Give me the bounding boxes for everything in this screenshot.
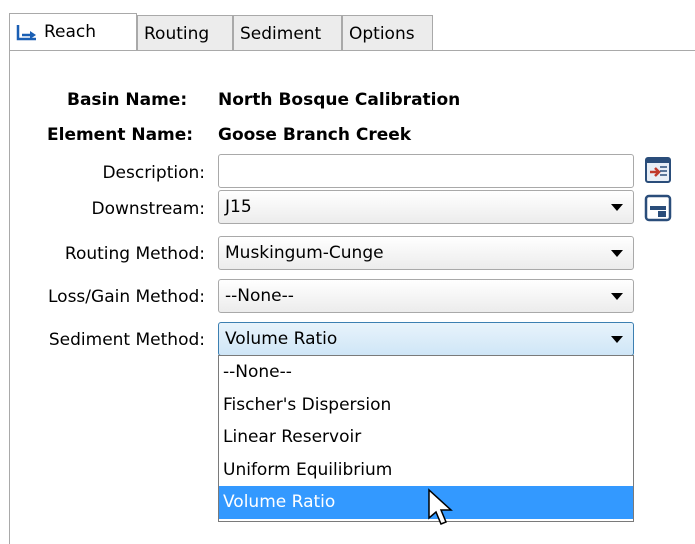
element-name-label: Element Name:	[47, 125, 194, 145]
dropdown-option[interactable]: Uniform Equilibrium	[219, 454, 633, 487]
loss-gain-method-select[interactable]: --None--	[218, 279, 634, 313]
downstream-label: Downstream:	[91, 199, 205, 219]
description-input[interactable]	[218, 154, 634, 188]
loss-gain-method-label: Loss/Gain Method:	[48, 287, 205, 307]
element-name-value: Goose Branch Creek	[218, 125, 412, 145]
description-label: Description:	[102, 163, 205, 183]
chevron-down-icon	[611, 204, 623, 211]
basin-name-label: Basin Name:	[67, 90, 188, 110]
sediment-method-label: Sediment Method:	[48, 330, 205, 350]
chevron-down-icon	[611, 293, 623, 300]
routing-method-select[interactable]: Muskingum-Cunge	[218, 236, 634, 270]
tab-options[interactable]: Options	[342, 15, 433, 51]
mouse-pointer-icon	[428, 488, 453, 525]
tab-reach[interactable]: Reach	[9, 13, 137, 50]
tab-reach-label: Reach	[44, 22, 97, 42]
tab-sediment-label: Sediment	[240, 23, 322, 44]
dropdown-option-selected[interactable]: Volume Ratio	[219, 486, 633, 519]
downstream-select[interactable]: J15	[218, 190, 634, 224]
chevron-down-icon	[611, 250, 623, 257]
dropdown-option[interactable]: Linear Reservoir	[219, 421, 633, 454]
tab-options-label: Options	[349, 23, 415, 44]
select-element-icon[interactable]	[644, 194, 672, 222]
tab-routing-label: Routing	[144, 23, 210, 44]
basin-name-value: North Bosque Calibration	[218, 90, 461, 110]
routing-method-label: Routing Method:	[64, 244, 205, 264]
description-editor-icon[interactable]	[644, 156, 672, 184]
chevron-down-icon	[611, 336, 623, 343]
dropdown-option[interactable]: --None--	[219, 356, 633, 389]
tab-routing[interactable]: Routing	[137, 15, 233, 51]
dropdown-option[interactable]: Fischer's Dispersion	[219, 389, 633, 422]
sediment-method-select[interactable]: Volume Ratio	[218, 322, 634, 356]
reach-icon	[16, 25, 36, 41]
tab-sediment[interactable]: Sediment	[233, 15, 342, 51]
sediment-method-dropdown: --None-- Fischer's Dispersion Linear Res…	[218, 355, 634, 522]
